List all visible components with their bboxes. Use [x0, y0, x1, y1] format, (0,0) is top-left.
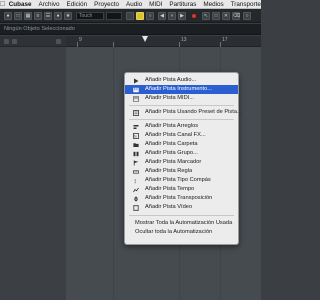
fx-channel-icon: fx — [133, 132, 139, 139]
add-track-icon[interactable] — [4, 39, 9, 44]
activate-project-icon[interactable]: ● — [4, 12, 12, 20]
menu-item-label: Añadir Pista Arreglos — [145, 123, 199, 129]
menu-item-add-audio-track[interactable]: Añadir Pista Audio... — [125, 76, 238, 85]
signature-track-icon: 44 — [133, 178, 139, 184]
menu-separator — [129, 119, 234, 120]
menu-item-add-group-track[interactable]: Añadir Pista Grupo... — [125, 149, 238, 158]
menu-item-label: Ocultar toda la Automatización — [135, 229, 213, 235]
menu-item-add-signature-track[interactable]: 44 Añadir Pista Tipo Compás — [125, 176, 238, 185]
window-layout-icon[interactable]: ▦ — [24, 12, 32, 20]
menu-item-hide-all-automation[interactable]: Ocultar toda la Automatización — [125, 228, 238, 237]
menu-item-label: Añadir Pista Audio... — [145, 77, 197, 83]
ruler-label-17: 17 — [222, 37, 228, 43]
menu-cubase[interactable]: Cubase — [5, 0, 35, 8]
ruler-label-9: 9 — [79, 37, 82, 43]
ruler-track-icon — [133, 169, 139, 175]
automation-field[interactable] — [106, 12, 122, 20]
audio-track-icon — [133, 78, 139, 84]
menu-item-add-marker-track[interactable]: Añadir Pista Marcador — [125, 158, 238, 167]
instrument-track-icon — [133, 87, 139, 93]
cycle-button[interactable]: ○ — [146, 12, 154, 20]
arranger-track-icon — [133, 124, 139, 130]
track-list-header — [0, 36, 66, 47]
menu-item-label: Mostrar Toda la Automatización Usada — [135, 220, 233, 226]
menu-item-add-ruler-track[interactable]: Añadir Pista Regla — [125, 167, 238, 176]
settings-icon[interactable]: ● — [54, 12, 62, 20]
menu-item-add-arranger-track[interactable]: Añadir Pista Arreglos — [125, 122, 238, 131]
solo-button[interactable] — [136, 12, 144, 20]
inspector-toggle-icon[interactable]: □ — [14, 12, 22, 20]
menu-item-add-video-track[interactable]: Añadir Pista Vídeo — [125, 203, 238, 212]
ruler[interactable]: 9 13 17 — [66, 36, 261, 47]
menu-item-add-instrument-track[interactable]: Añadir Pista Instrumento... — [125, 85, 238, 94]
menu-item-add-midi-track[interactable]: Añadir Pista MIDI... — [125, 94, 238, 103]
menu-item-label: Añadir Pista Carpeta — [145, 141, 198, 147]
menu-item-label: Añadir Pista Tipo Compás — [145, 177, 211, 183]
track-preset-icon — [133, 109, 139, 116]
menu-item-show-used-automation[interactable]: Mostrar Toda la Automatización Usada — [125, 219, 238, 228]
menu-item-add-fx-channel-track[interactable]: fx Añadir Pista Canal FX... — [125, 131, 238, 140]
mute-button[interactable] — [126, 12, 134, 20]
menu-item-label: Añadir Pista Marcador — [145, 159, 202, 165]
track-options-icon[interactable] — [56, 39, 61, 44]
track-list[interactable] — [0, 36, 66, 300]
tool-erase-icon[interactable]: ⌫ — [232, 12, 240, 20]
filter-icon[interactable] — [12, 39, 17, 44]
info-line: Ningún Objeto Seleccionado — [0, 24, 261, 35]
list-icon[interactable]: ≡ — [34, 12, 42, 20]
menu-separator — [129, 215, 234, 216]
automation-mode-select[interactable]: Touch — [76, 12, 104, 20]
menu-transporte[interactable]: Transporte — [227, 0, 261, 8]
marker-track-icon — [133, 160, 139, 166]
menu-proyecto[interactable]: Proyecto — [91, 0, 123, 8]
add-track-context-menu: Añadir Pista Audio... Añadir Pista Instr… — [124, 72, 242, 245]
transpose-track-icon — [133, 195, 139, 202]
menu-bar:  Cubase Archivo Edición Proyecto Audio … — [0, 0, 261, 9]
menu-item-label: Añadir Pista MIDI... — [145, 95, 194, 101]
midi-track-icon — [133, 96, 139, 102]
tool-arrow-icon[interactable]: ↖ — [202, 12, 210, 20]
project-cursor-marker[interactable] — [142, 36, 148, 42]
rewind-icon[interactable]: « — [168, 12, 176, 20]
menu-audio[interactable]: Audio — [123, 0, 146, 8]
tool-zoom-icon[interactable]: ○ — [243, 12, 251, 20]
menu-item-add-track-preset[interactable]: Añadir Pista Usando Preset de Pista... — [125, 108, 242, 117]
menu-item-add-folder-track[interactable]: Añadir Pista Carpeta — [125, 140, 238, 149]
menu-item-label: Añadir Pista Grupo... — [145, 150, 198, 156]
menu-item-label: Añadir Pista Vídeo — [145, 204, 193, 210]
menu-item-label: Añadir Pista Transposición — [145, 195, 213, 201]
tempo-track-icon — [133, 187, 139, 193]
folder-track-icon — [133, 142, 139, 148]
play-icon[interactable]: ▶ — [178, 12, 186, 20]
info-line-text: Ningún Objeto Seleccionado — [4, 26, 75, 32]
menu-item-label: Añadir Pista Instrumento... — [145, 86, 213, 92]
menu-item-add-transpose-track[interactable]: Añadir Pista Transposición — [125, 194, 238, 203]
record-icon[interactable] — [192, 14, 196, 18]
svg-text:4: 4 — [134, 180, 136, 183]
go-to-start-icon[interactable]: ◀ — [158, 12, 166, 20]
svg-text:fx: fx — [134, 134, 137, 138]
mixer-icon[interactable]: ☰ — [44, 12, 52, 20]
menu-midi[interactable]: MIDI — [146, 0, 166, 8]
menu-archivo[interactable]: Archivo — [35, 0, 63, 8]
menu-item-label: Añadir Pista Tempo — [145, 186, 195, 192]
favorite-icon[interactable]: ★ — [64, 12, 72, 20]
group-track-icon — [133, 151, 139, 157]
ruler-label-13: 13 — [181, 37, 187, 43]
tool-range-icon[interactable]: □ — [212, 12, 220, 20]
menu-item-label: Añadir Pista Canal FX... — [145, 132, 206, 138]
menu-medios[interactable]: Medios — [200, 0, 227, 8]
menu-item-add-tempo-track[interactable]: Añadir Pista Tempo — [125, 185, 238, 194]
video-track-icon — [133, 204, 139, 211]
menu-item-label: Añadir Pista Usando Preset de Pista... — [145, 109, 242, 115]
menu-separator — [129, 105, 234, 106]
project-toolbar: ● □ ▦ ≡ ☰ ● ★ Touch ○ ◀ « ▶ ↖ □ ✕ ⌫ ○ — [0, 9, 261, 23]
menu-partituras[interactable]: Partituras — [166, 0, 200, 8]
grid-line — [113, 47, 114, 300]
menu-edicion[interactable]: Edición — [63, 0, 91, 8]
tool-split-icon[interactable]: ✕ — [222, 12, 230, 20]
menu-item-label: Añadir Pista Regla — [145, 168, 193, 174]
